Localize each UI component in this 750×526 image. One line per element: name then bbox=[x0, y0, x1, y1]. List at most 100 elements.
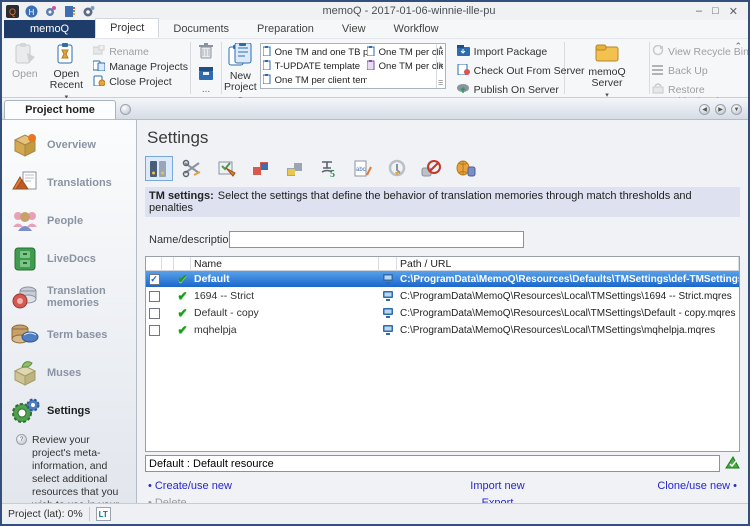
row-checkbox[interactable] bbox=[149, 325, 160, 336]
ribbon-tab-bar: memoQ Project Documents Preparation View… bbox=[2, 20, 748, 39]
tab-documents[interactable]: Documents bbox=[159, 20, 243, 38]
nav-back-icon[interactable]: ◀ bbox=[699, 104, 710, 115]
memoq-logo-icon[interactable]: Q bbox=[6, 5, 19, 18]
maximize-button[interactable]: □ bbox=[712, 5, 719, 18]
tab-view[interactable]: View bbox=[328, 20, 380, 38]
export-link[interactable]: Export bbox=[482, 497, 514, 503]
qa-settings-icon[interactable] bbox=[383, 156, 411, 181]
delete-link: •Delete bbox=[145, 497, 385, 503]
close-project-button[interactable]: Close Project bbox=[93, 74, 188, 89]
sidebar-item-translation-memories[interactable]: Translation memories bbox=[2, 280, 136, 314]
auto-translation-rules-icon[interactable] bbox=[213, 156, 241, 181]
import-new-link[interactable]: Import new bbox=[470, 480, 524, 492]
resource-description-input[interactable] bbox=[145, 455, 720, 472]
group-label-misc: ... bbox=[191, 84, 221, 97]
group-manage-project: Open Open Recent ▾ Rename Manage Project… bbox=[2, 39, 190, 97]
resource-console-icon[interactable] bbox=[63, 5, 76, 18]
sidebar-item-settings[interactable]: Settings bbox=[2, 394, 136, 428]
term-bases-icon bbox=[10, 321, 40, 349]
tab-list-dropdown-icon[interactable]: ▼ bbox=[731, 104, 742, 115]
new-project-button[interactable]: New Project ▾ bbox=[224, 41, 257, 105]
column-header-path: Path / URL bbox=[397, 257, 739, 270]
table-row[interactable]: ✔ 1694 -- Strict C:\ProgramData\MemoQ\Re… bbox=[146, 288, 739, 305]
language-terminal-icon[interactable]: LT bbox=[96, 507, 111, 521]
collapse-ribbon-icon[interactable]: ⌃ bbox=[734, 41, 742, 52]
settings-gear-icon[interactable] bbox=[82, 5, 95, 18]
sidebar-item-overview[interactable]: Overview bbox=[2, 128, 136, 162]
mt-settings-icon[interactable] bbox=[247, 156, 275, 181]
back-up-icon bbox=[652, 64, 664, 78]
sidebar-item-translations[interactable]: Translations bbox=[2, 166, 136, 200]
manage-projects-button[interactable]: Manage Projects bbox=[93, 59, 188, 74]
export-path-rules-icon[interactable]: abc bbox=[349, 156, 377, 181]
segmentation-rules-icon[interactable] bbox=[179, 156, 207, 181]
help-question-icon: ? bbox=[16, 434, 27, 445]
rename-icon bbox=[93, 45, 105, 59]
row-checkbox[interactable] bbox=[149, 291, 160, 302]
archive-project-icon[interactable] bbox=[199, 67, 213, 83]
template-item[interactable]: One TM per client template 2 bbox=[367, 45, 443, 59]
restore-button: Restore bbox=[652, 82, 749, 97]
template-item[interactable]: One TM and one TB per ... bbox=[263, 45, 367, 59]
row-checkbox[interactable] bbox=[149, 308, 160, 319]
category-description-banner: TM settings:Select the settings that def… bbox=[145, 187, 740, 217]
options-gear-icon[interactable] bbox=[44, 5, 57, 18]
sidebar-item-muses[interactable]: Muses bbox=[2, 356, 136, 390]
local-resource-icon bbox=[379, 305, 397, 321]
table-row[interactable]: ✓ ✔ Default C:\ProgramData\MemoQ\Resourc… bbox=[146, 271, 739, 288]
name-description-filter-input[interactable] bbox=[229, 231, 524, 248]
window-title: memoQ - 2017-01-06-winnie-ille-pu bbox=[122, 5, 696, 17]
settings-icon bbox=[10, 397, 40, 425]
table-row[interactable]: ✔ mqhelpja C:\ProgramData\MemoQ\Resource… bbox=[146, 322, 739, 339]
import-package-icon bbox=[457, 45, 470, 59]
nav-forward-icon[interactable]: ▶ bbox=[715, 104, 726, 115]
translations-icon bbox=[10, 169, 40, 197]
template-list-scrollbar[interactable]: ▲▼☰ bbox=[436, 44, 445, 88]
edit-description-icon[interactable] bbox=[725, 455, 740, 472]
template-icon bbox=[367, 46, 376, 59]
filter-label: Name/description bbox=[149, 234, 229, 246]
close-project-icon bbox=[93, 75, 105, 89]
resource-description-row bbox=[145, 455, 740, 472]
sidebar-item-term-bases[interactable]: Term bases bbox=[2, 318, 136, 352]
template-item[interactable]: T-UPDATE template bbox=[263, 59, 367, 73]
minimize-button[interactable]: – bbox=[696, 5, 702, 18]
new-project-icon bbox=[227, 43, 253, 70]
tm-settings-icon[interactable] bbox=[145, 156, 173, 181]
memoq-server-button[interactable]: memoQ Server ▾ bbox=[583, 41, 631, 101]
font-substitution-icon[interactable] bbox=[451, 156, 479, 181]
tab-workflow[interactable]: Workflow bbox=[380, 20, 453, 38]
close-button[interactable]: ✕ bbox=[729, 5, 738, 18]
number-format-settings-icon[interactable]: 5 bbox=[315, 156, 343, 181]
tab-project-home[interactable]: Project home bbox=[4, 100, 116, 119]
table-header[interactable]: Name Path / URL bbox=[146, 257, 739, 271]
tab-sphere-icon[interactable] bbox=[120, 104, 131, 115]
template-item[interactable]: One TM per client template 2 bbox=[263, 73, 367, 87]
row-checkbox[interactable]: ✓ bbox=[149, 274, 160, 285]
delete-project-trash-icon[interactable] bbox=[199, 43, 213, 62]
ignore-lists-icon[interactable] bbox=[417, 156, 445, 181]
filter-row: Name/description bbox=[149, 231, 740, 248]
table-row[interactable]: ✔ Default - copy C:\ProgramData\MemoQ\Re… bbox=[146, 305, 739, 322]
translation-memories-icon bbox=[10, 283, 40, 311]
tab-project[interactable]: Project bbox=[95, 18, 159, 38]
tab-preparation[interactable]: Preparation bbox=[243, 20, 328, 38]
tm-settings-table: Name Path / URL ✓ ✔ Default C:\ProgramDa… bbox=[145, 256, 740, 452]
svg-text:abc: abc bbox=[356, 167, 366, 173]
template-item[interactable]: One TM per client template bbox=[367, 59, 443, 73]
create-use-new-link[interactable]: •Create/use new bbox=[145, 480, 385, 492]
page-title: Settings bbox=[145, 124, 740, 156]
open-recent-button[interactable]: Open Recent ▾ bbox=[46, 41, 88, 103]
clone-use-new-link[interactable]: Clone/use new• bbox=[657, 480, 740, 492]
project-home-sidebar: Overview Translations People LiveDocs Tr… bbox=[2, 120, 137, 503]
external-tool-settings-icon[interactable] bbox=[281, 156, 309, 181]
sidebar-item-people[interactable]: People bbox=[2, 204, 136, 238]
back-up-button: Back Up bbox=[652, 63, 749, 78]
tab-memoq[interactable]: memoQ bbox=[4, 20, 95, 38]
group-server: memoQ Server ▾ bbox=[565, 39, 649, 97]
help-icon[interactable]: H bbox=[25, 5, 38, 18]
project-template-list[interactable]: One TM and one TB per ... T-UPDATE templ… bbox=[260, 43, 446, 89]
sidebar-item-livedocs[interactable]: LiveDocs bbox=[2, 242, 136, 276]
open-recent-icon bbox=[54, 43, 78, 68]
quick-access-toolbar: Q H bbox=[2, 5, 122, 18]
